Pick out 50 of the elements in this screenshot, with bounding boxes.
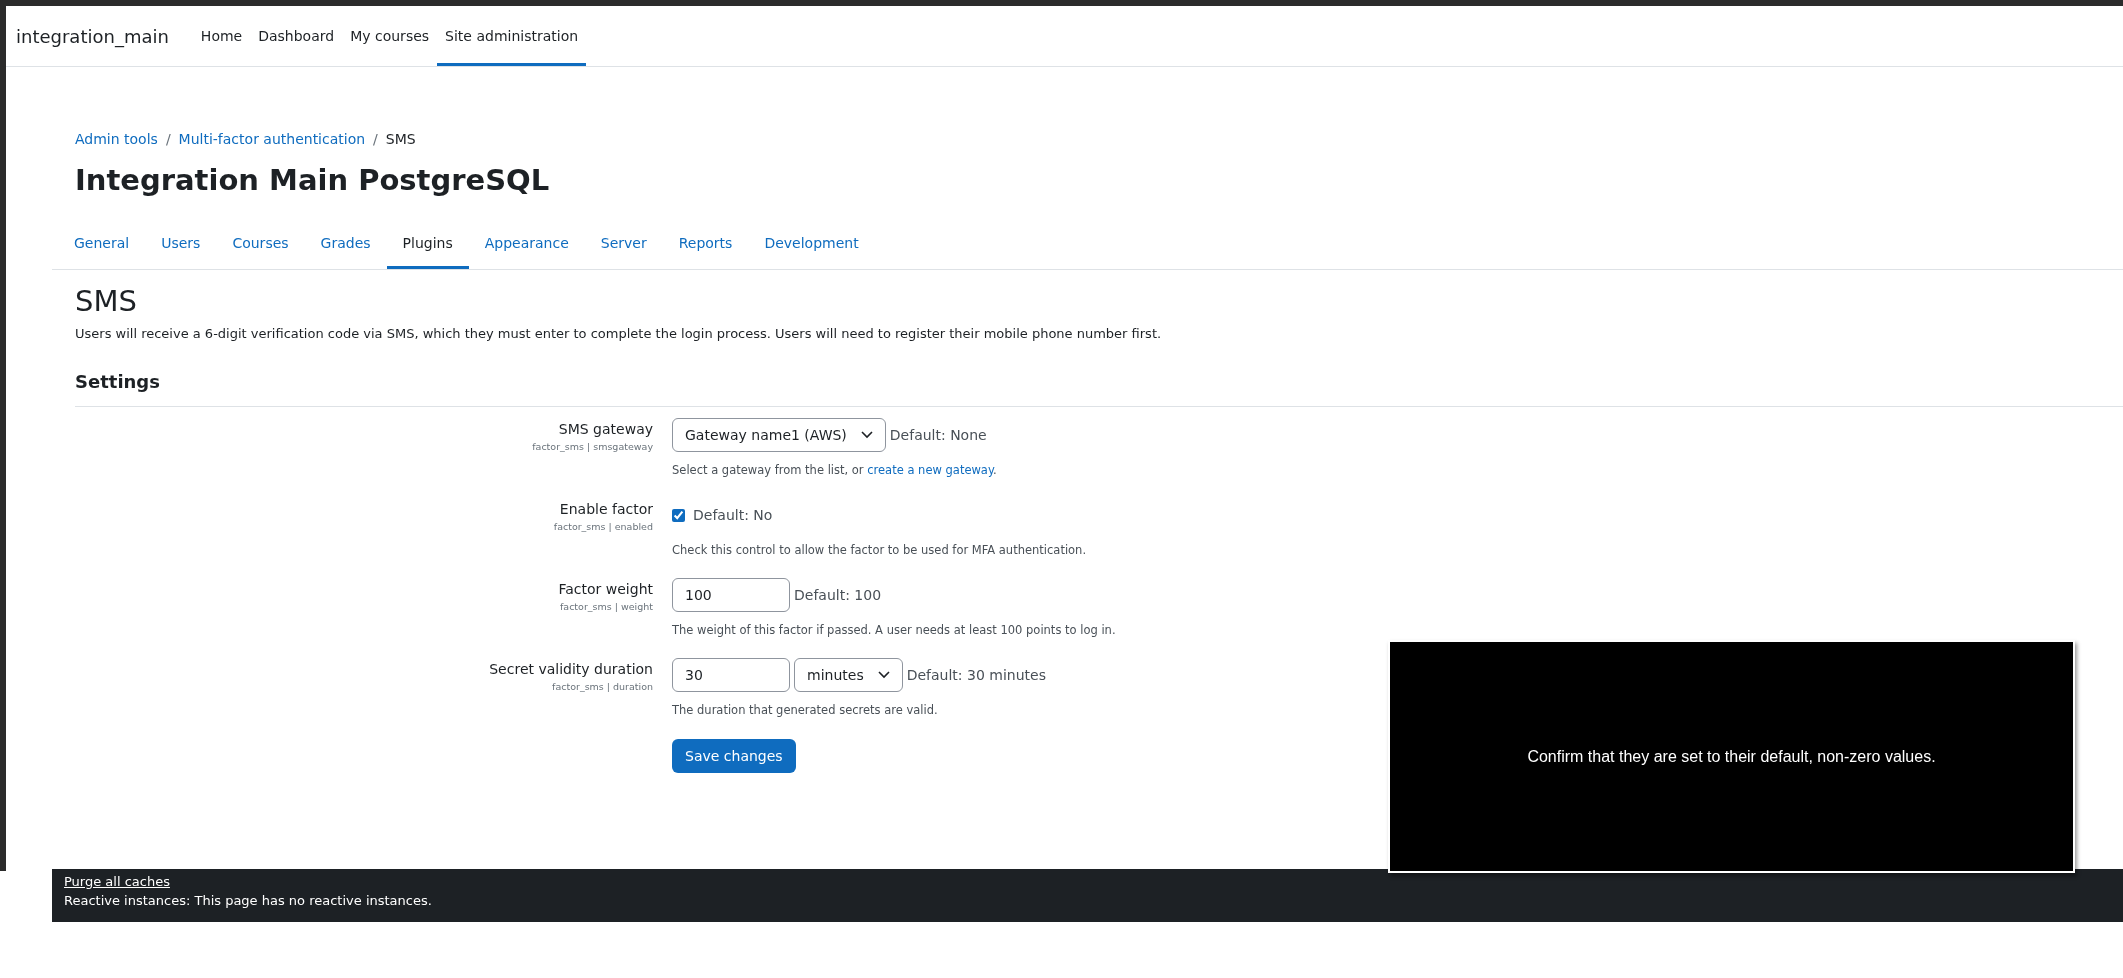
default-text: Default: None xyxy=(889,427,987,443)
nav-link[interactable]: Dashboard xyxy=(250,9,343,66)
setting-name: factor_sms | weight xyxy=(560,601,653,612)
help-text: The weight of this factor if passed. A user needs at least 100 points to log in. xyxy=(672,623,1117,637)
chevron-down-icon xyxy=(860,431,873,439)
setting-label: Secret validity duration xyxy=(489,661,653,677)
setting-name: factor_sms | duration xyxy=(552,681,653,692)
footer-text: Reactive instances: This page has no reactive instances. xyxy=(64,893,433,908)
setting-label: Enable factor xyxy=(559,501,653,517)
help-text: Check this control to allow the factor to be used for MFA authentication. xyxy=(672,543,1088,557)
default-text: Default: No xyxy=(693,507,773,523)
page-title: Integration Main PostgreSQL xyxy=(75,163,551,197)
admin-tab[interactable]: Plugins xyxy=(386,221,469,269)
nav-link[interactable]: Site administration xyxy=(437,9,587,66)
default-text: Default: 30 minutes xyxy=(906,667,1046,683)
help-text: Select a gateway from the list, or create a new gateway. xyxy=(672,463,998,477)
admin-tab[interactable]: Courses xyxy=(216,221,305,269)
breadcrumb-link[interactable]: Admin tools xyxy=(75,131,158,147)
admin-tab[interactable]: Grades xyxy=(304,221,387,269)
setting-name: factor_sms | smsgateway xyxy=(532,441,653,452)
breadcrumb-current: SMS xyxy=(385,131,416,147)
plugin-heading: SMS xyxy=(75,284,138,318)
setting-label: Factor weight xyxy=(558,581,653,597)
setting-name: factor_sms | enabled xyxy=(553,521,653,532)
admin-tab[interactable]: Development xyxy=(748,221,875,269)
section-heading: Settings xyxy=(75,371,161,392)
site-name[interactable]: integration_main xyxy=(16,25,169,47)
purge-caches-link[interactable]: Purge all caches xyxy=(64,874,170,889)
save-button[interactable]: Save changes xyxy=(672,739,796,773)
help-text: The duration that generated secrets are valid. xyxy=(672,703,939,717)
admin-tab[interactable]: Users xyxy=(145,221,217,269)
plugin-description: Users will receive a 6-digit verification code via SMS, which they must enter to complete the login process. Users will need to register their mobile phone number first. xyxy=(75,326,1163,341)
default-text: Default: 100 xyxy=(794,587,882,603)
setting-label: SMS gateway xyxy=(558,421,653,437)
duration-input[interactable]: 30 xyxy=(672,658,790,692)
nav-link[interactable]: Home xyxy=(192,9,251,66)
enable-checkbox[interactable] xyxy=(672,508,685,522)
admin-tab[interactable]: General xyxy=(58,221,146,269)
unit-select[interactable]: minutes xyxy=(794,658,903,692)
caption-text: Confirm that they are set to their default, non-zero values. xyxy=(1527,747,1936,766)
breadcrumb-separator: / xyxy=(165,131,171,147)
nav-link[interactable]: My courses xyxy=(342,9,438,66)
admin-tab[interactable]: Reports xyxy=(662,221,749,269)
breadcrumb-link[interactable]: Multi-factor authentication xyxy=(178,131,366,147)
admin-tab[interactable]: Appearance xyxy=(468,221,585,269)
gateway-select[interactable]: Gateway name1 (AWS) xyxy=(672,418,886,452)
admin-tab[interactable]: Server xyxy=(584,221,663,269)
weight-input[interactable]: 100 xyxy=(672,578,790,612)
chevron-down-icon xyxy=(877,671,890,679)
breadcrumb-separator: / xyxy=(373,131,378,147)
